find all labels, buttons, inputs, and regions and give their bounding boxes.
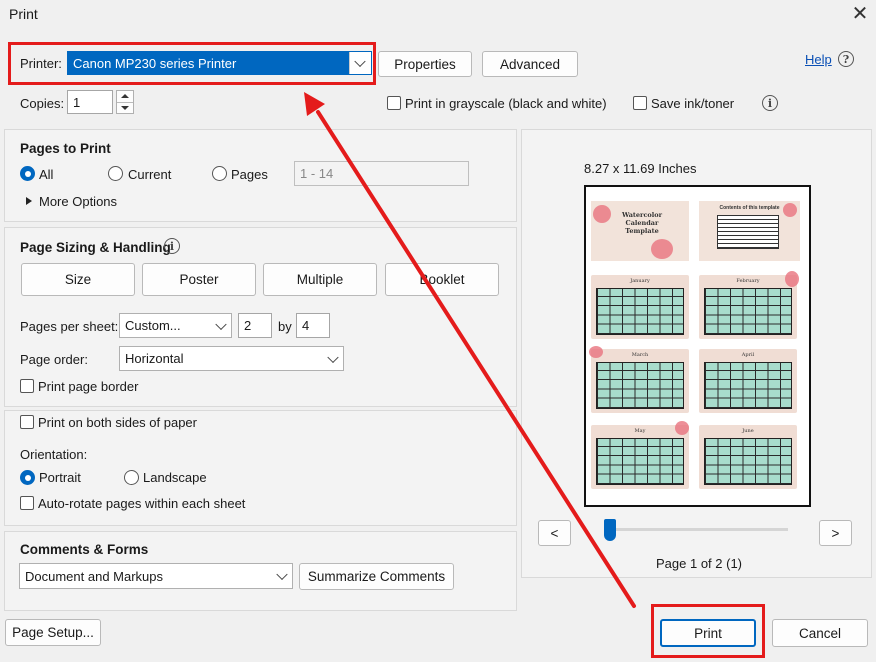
preview-month-6: June <box>699 425 797 489</box>
both-sides-label: Print on both sides of paper <box>38 415 197 430</box>
radio-all-label: All <box>39 167 54 182</box>
next-page-button[interactable]: > <box>819 520 852 546</box>
tab-booklet[interactable]: Booklet <box>385 263 499 296</box>
pages-columns-input[interactable]: 2 <box>238 313 272 338</box>
radio-portrait-label: Portrait <box>39 470 81 485</box>
close-icon[interactable]: ✕ <box>850 4 870 24</box>
preview-contents: Contents of this template <box>699 201 800 261</box>
print-highlight-box <box>651 604 765 658</box>
copies-stepper[interactable] <box>116 90 134 114</box>
month-label: March <box>631 352 649 358</box>
stepper-up-icon[interactable] <box>121 94 129 98</box>
radio-all[interactable] <box>20 166 35 181</box>
page-preview: Watercolor Calendar Template Contents of… <box>584 185 811 507</box>
auto-rotate-label: Auto-rotate pages within each sheet <box>38 496 246 511</box>
orientation-label: Orientation: <box>20 447 88 462</box>
by-label: by <box>278 319 292 334</box>
page-order-label: Page order: <box>20 352 88 367</box>
save-ink-info-icon[interactable]: i <box>762 95 778 111</box>
page-sizing-heading: Page Sizing & Handling <box>20 240 171 255</box>
help-info-icon[interactable]: ? <box>838 51 854 67</box>
preview-cover: Watercolor Calendar Template <box>591 201 689 261</box>
preview-month-5: May <box>591 421 689 489</box>
comments-select[interactable]: Document and Markups <box>19 563 293 589</box>
copies-input[interactable]: 1 <box>67 90 113 114</box>
month-label: June <box>742 428 754 434</box>
copies-label: Copies: <box>20 96 65 111</box>
page-border-label: Print page border <box>38 379 139 394</box>
pages-per-sheet-label: Pages per sheet: <box>20 319 119 334</box>
preview-month-3: March <box>589 346 689 413</box>
preview-month-4: April <box>699 349 797 413</box>
page-slider-thumb[interactable] <box>604 519 616 541</box>
prev-page-button[interactable]: < <box>538 520 571 546</box>
chevron-down-icon <box>215 318 227 330</box>
radio-portrait[interactable] <box>20 470 35 485</box>
window-title: Print <box>9 6 38 22</box>
properties-button[interactable]: Properties <box>378 51 472 77</box>
pages-to-print-heading: Pages to Print <box>20 141 111 156</box>
pages-per-sheet-value: Custom... <box>125 318 181 333</box>
page-slider-track[interactable] <box>604 528 788 531</box>
radio-landscape-label: Landscape <box>143 470 207 485</box>
chevron-down-icon <box>276 568 288 581</box>
chevron-down-icon <box>327 351 339 363</box>
page-info-label: Page 1 of 2 (1) <box>656 556 742 571</box>
page-order-select[interactable]: Horizontal <box>119 346 344 371</box>
advanced-button[interactable]: Advanced <box>482 51 578 77</box>
page-border-checkbox[interactable] <box>20 379 34 393</box>
save-ink-checkbox[interactable] <box>633 96 647 110</box>
radio-pages-label: Pages <box>231 167 268 182</box>
radio-current-label: Current <box>128 167 172 182</box>
comments-heading: Comments & Forms <box>20 542 149 557</box>
radio-pages[interactable] <box>212 166 227 181</box>
grayscale-checkbox[interactable] <box>387 96 401 110</box>
cover-title: Watercolor Calendar Template <box>621 211 663 235</box>
pages-range-input[interactable]: 1 - 14 <box>294 161 469 186</box>
grayscale-label: Print in grayscale (black and white) <box>405 96 607 111</box>
pages-rows-input[interactable]: 4 <box>296 313 330 338</box>
save-ink-label: Save ink/toner <box>651 96 735 111</box>
radio-landscape[interactable] <box>124 470 139 485</box>
month-label: April <box>741 352 755 358</box>
comments-value: Document and Markups <box>25 568 164 584</box>
expand-arrow-icon[interactable] <box>26 197 32 205</box>
tab-size[interactable]: Size <box>21 263 135 296</box>
summarize-comments-button[interactable]: Summarize Comments <box>299 563 454 590</box>
help-link[interactable]: Help <box>805 52 832 67</box>
both-sides-checkbox[interactable] <box>20 415 34 429</box>
cancel-button[interactable]: Cancel <box>772 619 868 647</box>
radio-current[interactable] <box>108 166 123 181</box>
printer-highlight-box <box>8 42 376 85</box>
page-order-value: Horizontal <box>125 351 184 366</box>
auto-rotate-checkbox[interactable] <box>20 496 34 510</box>
preview-month-2: February <box>699 271 799 339</box>
pages-per-sheet-select[interactable]: Custom... <box>119 313 232 338</box>
preview-month-1: January <box>591 275 689 339</box>
page-sizing-info-icon[interactable]: i <box>164 238 180 254</box>
page-setup-button[interactable]: Page Setup... <box>5 619 101 646</box>
tab-multiple[interactable]: Multiple <box>263 263 377 296</box>
more-options-toggle[interactable]: More Options <box>39 194 117 209</box>
stepper-down-icon[interactable] <box>121 106 129 110</box>
paper-size-label: 8.27 x 11.69 Inches <box>584 161 697 176</box>
month-label: January <box>630 278 650 284</box>
month-label: February <box>736 278 760 284</box>
tab-poster[interactable]: Poster <box>142 263 256 296</box>
